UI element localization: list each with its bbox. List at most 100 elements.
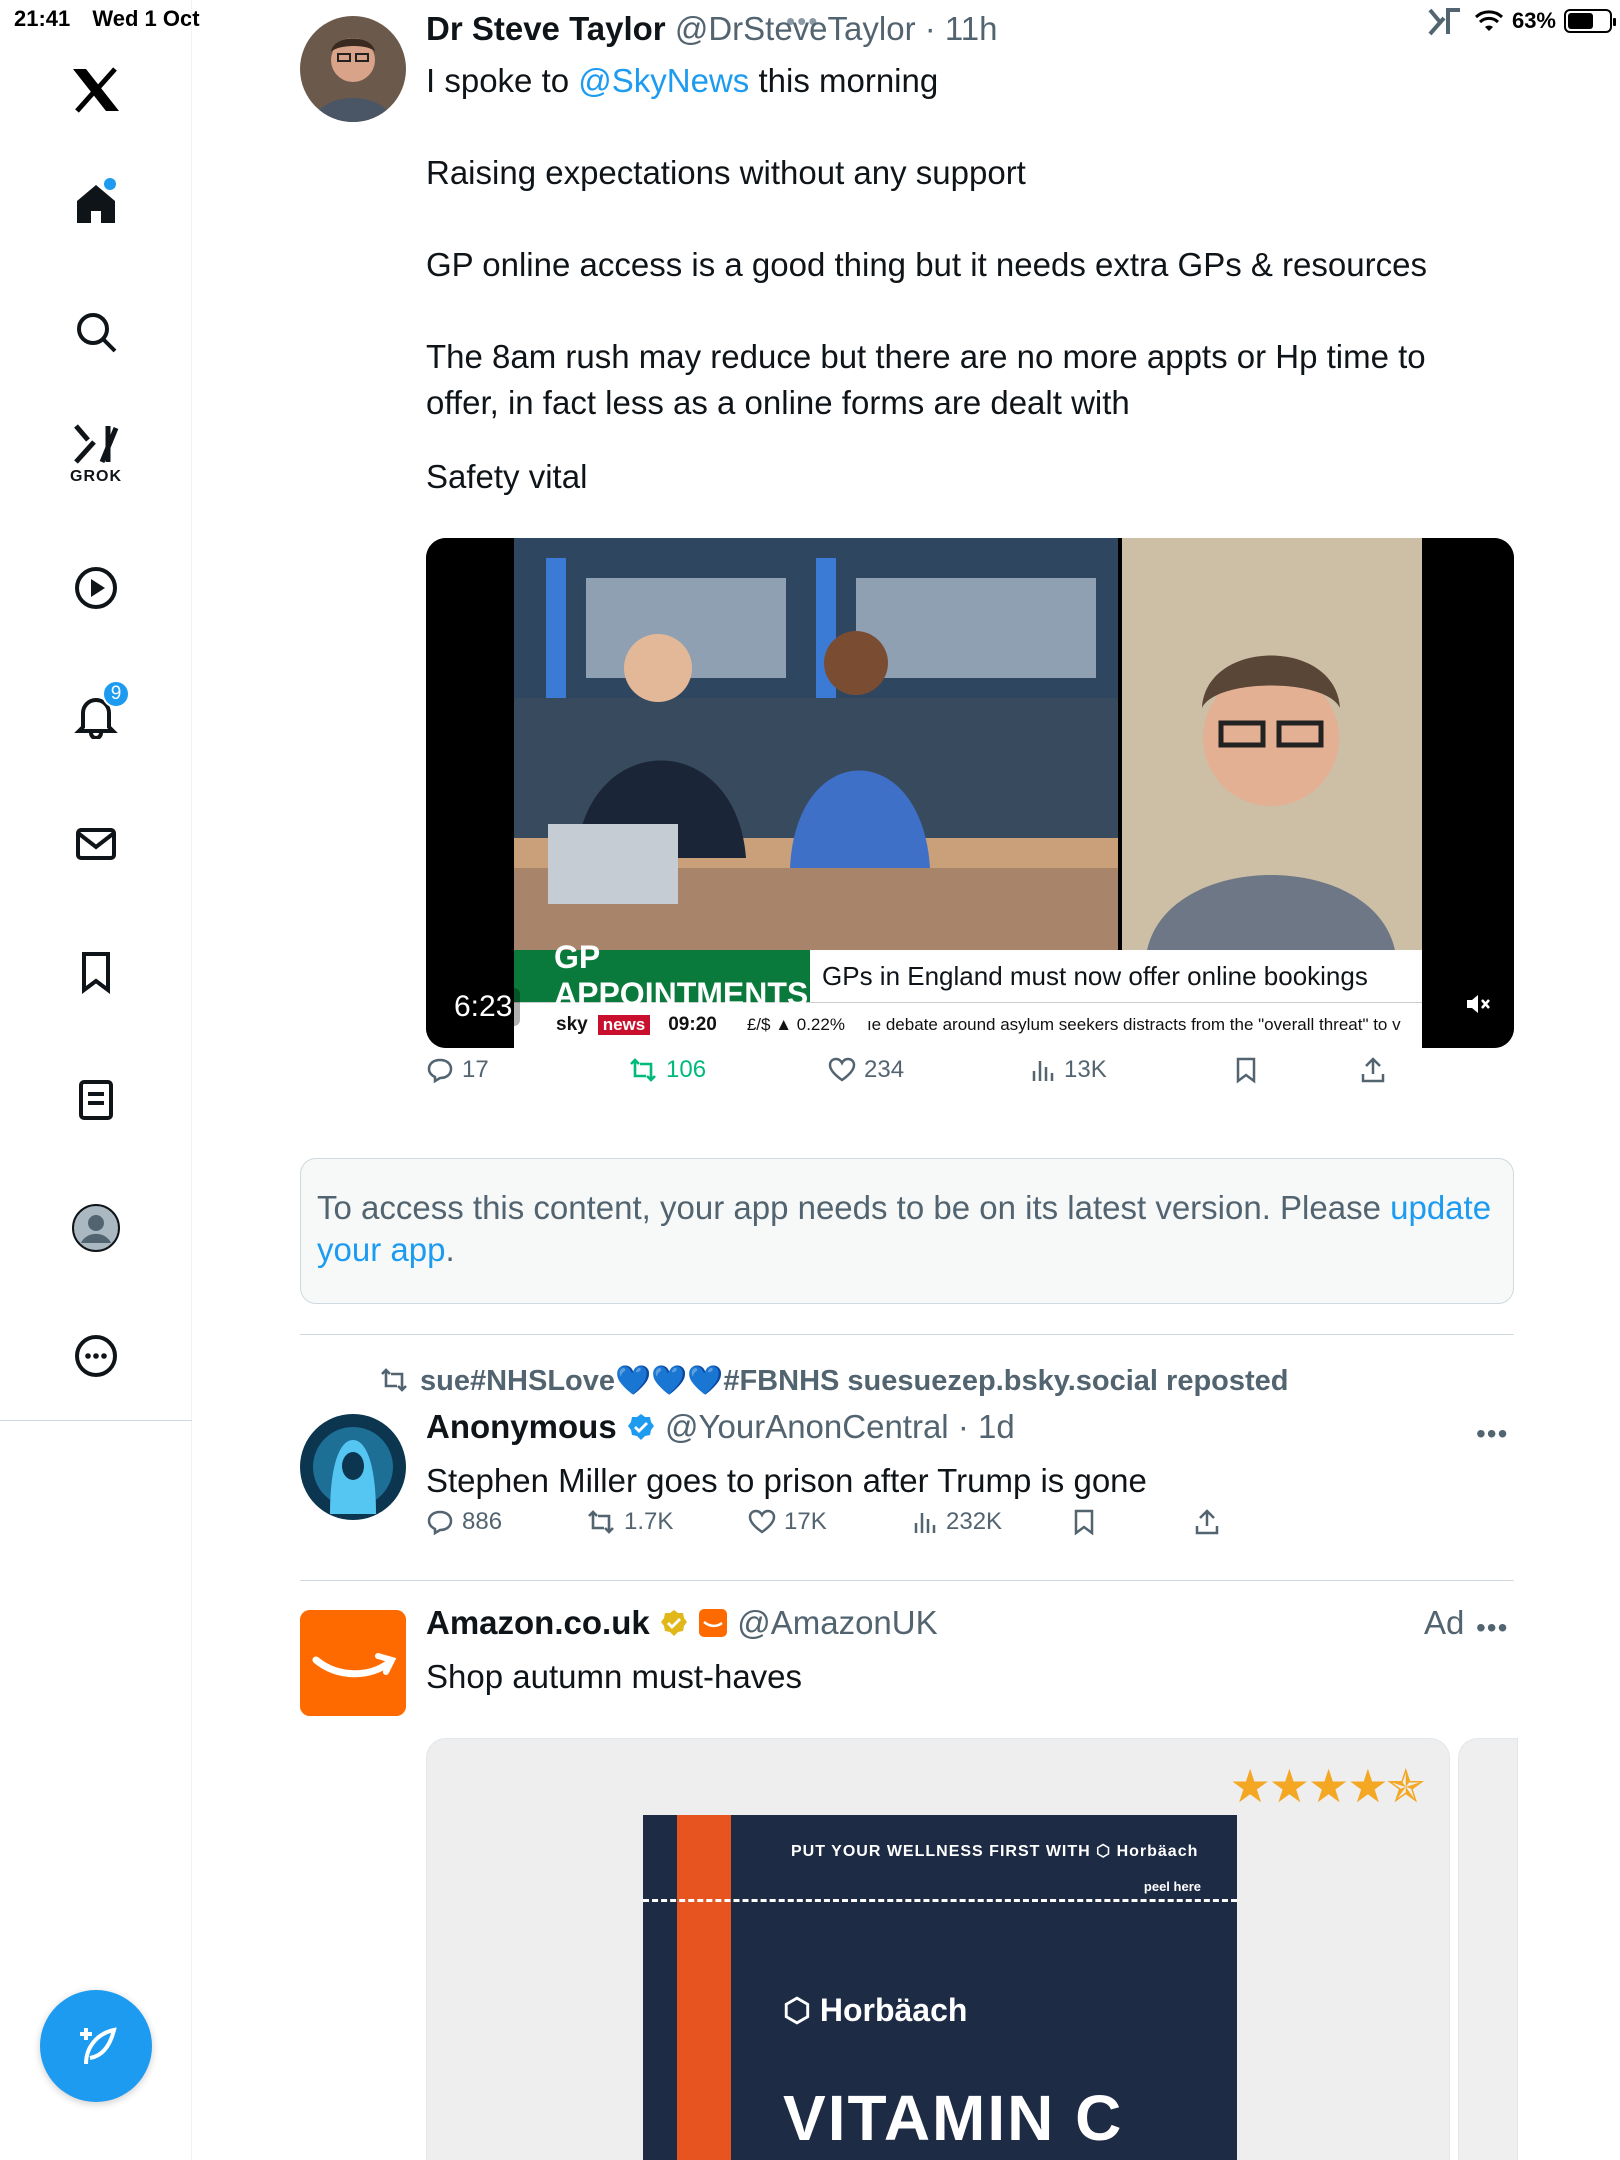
verified-badge-icon bbox=[627, 1414, 654, 1440]
sidebar-item-bookmarks[interactable] bbox=[60, 936, 132, 1008]
post-header: Dr Steve Taylor @DrSteveTaylor · 11h bbox=[426, 10, 998, 48]
sidebar-item-explore[interactable] bbox=[60, 296, 132, 368]
video-player[interactable]: GP APPOINTMENTS GPs in England must now … bbox=[426, 538, 1514, 1048]
bookmark-button[interactable] bbox=[1072, 1508, 1096, 1536]
sidebar-item-video[interactable] bbox=[60, 552, 132, 624]
pack-product-name: VITAMIN C bbox=[783, 2082, 1124, 2154]
reply-button[interactable]: 17 bbox=[426, 1056, 489, 1084]
ticker-news: news bbox=[597, 1015, 651, 1035]
verified-gold-badge-icon bbox=[660, 1610, 687, 1636]
pack-tagline: PUT YOUR WELLNESS FIRST WITH ⬡ Horbäach bbox=[791, 1843, 1199, 1860]
repost-icon bbox=[630, 1058, 656, 1082]
post-body: Shop autumn must-haves bbox=[426, 1658, 803, 1695]
ticker-time: 09:20 bbox=[668, 1014, 717, 1035]
like-button[interactable]: 17K bbox=[748, 1508, 827, 1536]
views-chart-icon bbox=[1032, 1061, 1054, 1081]
video-duration: 6:23 bbox=[446, 988, 521, 1026]
views-button[interactable]: 232K bbox=[912, 1508, 1002, 1536]
battery-icon bbox=[1564, 9, 1616, 33]
post-header: Anonymous @YourAnonCentral · 1d bbox=[426, 1408, 1015, 1446]
author-handle[interactable]: @DrSteveTaylor bbox=[675, 10, 916, 47]
share-icon bbox=[1195, 1509, 1219, 1535]
heart-icon bbox=[748, 1509, 776, 1534]
mention-skynews[interactable]: @SkyNews bbox=[578, 62, 749, 99]
search-icon bbox=[77, 313, 117, 353]
battery-percent: 63% bbox=[1511, 8, 1556, 33]
views-button[interactable]: 13K bbox=[1030, 1056, 1107, 1084]
play-icon bbox=[75, 567, 117, 609]
x-logo-icon[interactable] bbox=[60, 54, 132, 126]
next-product-card[interactable] bbox=[1458, 1738, 1518, 2160]
share-button[interactable] bbox=[1360, 1056, 1386, 1084]
post-header: Amazon.co.uk @AmazonUK bbox=[426, 1604, 938, 1642]
banner-text: GPs in England must now offer online boo… bbox=[822, 960, 1368, 991]
repost-button[interactable]: 106 bbox=[628, 1056, 706, 1084]
news-ticker: sky news 09:20 £/$ ▲ 0.22% ıe debate aro… bbox=[556, 1008, 1416, 1042]
sidebar-item-messages[interactable] bbox=[60, 808, 132, 880]
rating-stars: ★★★★✯ bbox=[1229, 1760, 1425, 1812]
sidebar-divider bbox=[0, 1420, 192, 1421]
post-time[interactable]: · 1d bbox=[958, 1408, 1015, 1445]
author-name[interactable]: Amazon.co.uk bbox=[426, 1604, 650, 1641]
notifications-badge: 9 bbox=[102, 680, 130, 708]
sidebar-item-notifications[interactable]: 9 bbox=[60, 680, 132, 752]
divider bbox=[300, 1580, 1514, 1581]
like-count: 17K bbox=[784, 1508, 827, 1535]
sidebar-item-home[interactable] bbox=[60, 168, 132, 240]
divider bbox=[300, 1334, 1514, 1335]
mail-icon bbox=[76, 828, 116, 860]
pack-stripe bbox=[677, 1815, 731, 2160]
share-icon bbox=[1361, 1057, 1385, 1083]
post-more-icon[interactable]: ••• bbox=[1476, 1418, 1508, 1450]
sidebar-item-grok[interactable]: GROK bbox=[60, 418, 132, 490]
avatar-steve-taylor[interactable] bbox=[300, 16, 406, 122]
post-body: I spoke to @SkyNews this morning Raising… bbox=[426, 58, 1516, 500]
sidebar-item-profile[interactable] bbox=[60, 1192, 132, 1264]
bookmark-button[interactable] bbox=[1234, 1056, 1258, 1084]
share-button[interactable] bbox=[1194, 1508, 1220, 1536]
sidebar-item-lists[interactable] bbox=[60, 1064, 132, 1136]
author-handle[interactable]: @YourAnonCentral bbox=[665, 1408, 949, 1445]
repost-button[interactable]: 1.7K bbox=[586, 1508, 673, 1536]
ad-label: Ad bbox=[1424, 1604, 1465, 1641]
repost-context[interactable]: sue#NHSLove💙💙💙#FBNHS suesuezep.bsky.soci… bbox=[378, 1364, 1289, 1398]
bookmark-icon bbox=[1236, 1057, 1256, 1084]
repost-count: 106 bbox=[666, 1056, 707, 1083]
reply-icon bbox=[427, 1510, 453, 1536]
avatar-anonymous[interactable] bbox=[300, 1414, 406, 1520]
like-count: 234 bbox=[864, 1056, 905, 1083]
wifi-icon bbox=[1474, 10, 1503, 31]
repost-context-icon bbox=[381, 1368, 407, 1392]
status-bar-right: 63% bbox=[1426, 4, 1616, 38]
author-name[interactable]: Dr Steve Taylor bbox=[426, 10, 666, 47]
like-button[interactable]: 234 bbox=[828, 1056, 904, 1084]
post-more-icon[interactable]: ••• bbox=[1476, 1612, 1508, 1644]
pack-peel-text: peel here bbox=[1143, 1879, 1201, 1894]
author-name[interactable]: Anonymous bbox=[426, 1408, 617, 1445]
reply-button[interactable]: 886 bbox=[426, 1508, 502, 1536]
grok-icon bbox=[74, 424, 119, 464]
views-count: 13K bbox=[1064, 1056, 1107, 1083]
update-app-notice: To access this content, your app needs t… bbox=[300, 1158, 1514, 1304]
heart-icon bbox=[828, 1057, 856, 1082]
pack-brand: ⬡ Horbäach bbox=[783, 1992, 968, 2028]
views-count: 232K bbox=[946, 1508, 1003, 1535]
reply-count: 886 bbox=[462, 1508, 503, 1535]
sidebar: GROK 9 bbox=[0, 0, 192, 2160]
product-image: PUT YOUR WELLNESS FIRST WITH ⬡ Horbäach … bbox=[643, 1815, 1237, 2160]
post-paragraph-3: GP online access is a good thing but it … bbox=[426, 246, 1427, 283]
author-handle[interactable]: @AmazonUK bbox=[737, 1604, 937, 1641]
post-paragraph-2: Raising expectations without any support bbox=[426, 154, 1026, 191]
sidebar-item-more[interactable] bbox=[60, 1320, 132, 1392]
grok-header-icon[interactable] bbox=[1426, 4, 1466, 38]
post-time[interactable]: · 11h bbox=[925, 10, 998, 47]
affiliate-amazon-icon bbox=[699, 1609, 728, 1637]
compose-post-button[interactable] bbox=[40, 1990, 152, 2102]
compose-feather-icon bbox=[80, 2027, 117, 2065]
product-card[interactable]: ★★★★✯ PUT YOUR WELLNESS FIRST WITH ⬡ Hor… bbox=[426, 1738, 1450, 2160]
ticker-fx: £/$ ▲ 0.22% bbox=[746, 1015, 845, 1034]
new-posts-dot bbox=[104, 178, 116, 190]
post-paragraph-4b: offer, in fact less as a online forms ar… bbox=[426, 384, 1130, 421]
avatar-amazon[interactable] bbox=[300, 1610, 406, 1716]
mute-icon[interactable] bbox=[1464, 990, 1492, 1018]
